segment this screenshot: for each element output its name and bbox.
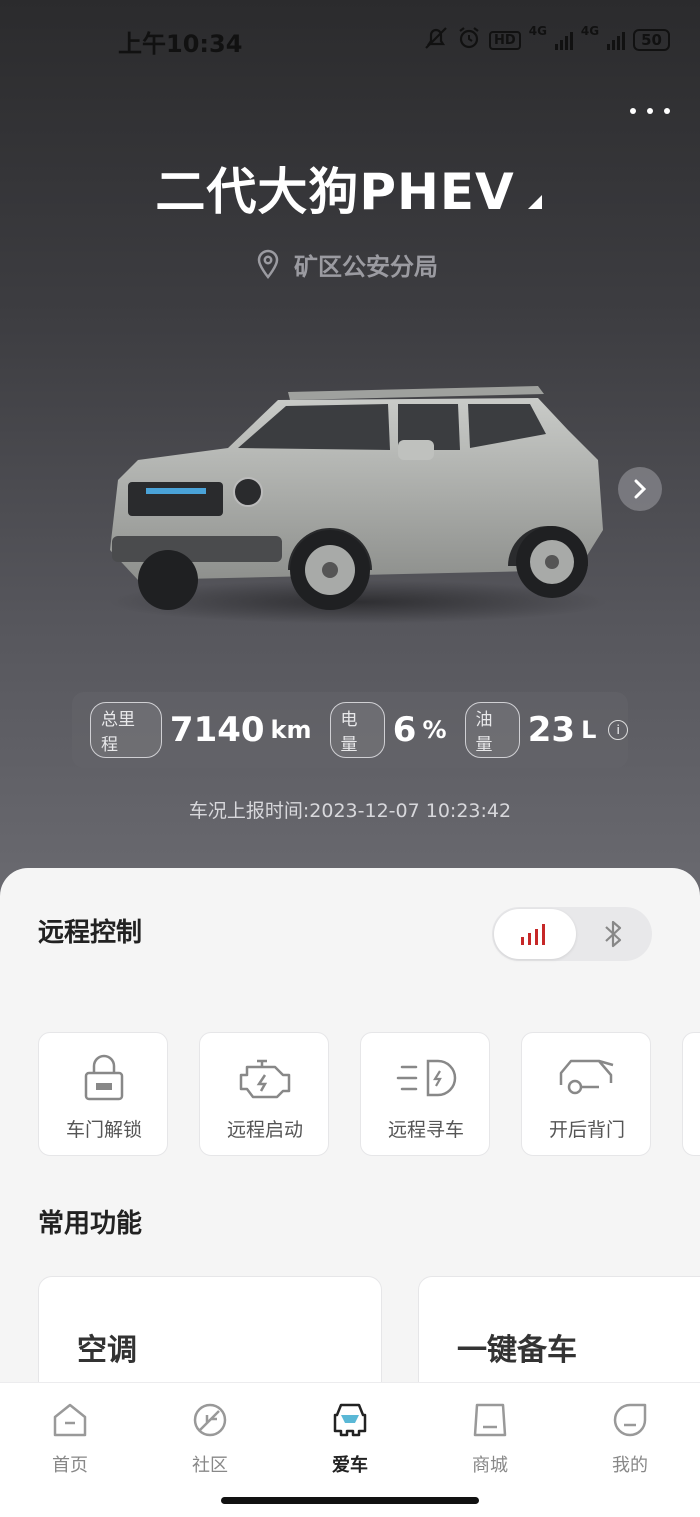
shop-icon [473,1403,507,1437]
alarm-icon [457,26,481,54]
more-control-button[interactable] [682,1032,700,1156]
door-unlock-button[interactable]: 车门解锁 [38,1032,168,1156]
mileage-value: 7140 [169,710,265,750]
engine-icon [239,1059,291,1099]
tab-shop[interactable]: 商城 [440,1401,540,1476]
car-name-title[interactable]: 二代大狗PHEV [0,152,670,224]
mute-icon [423,26,449,54]
connection-toggle[interactable] [492,907,652,961]
vehicle-stats-panel: 总里程 7140 km 电量 6 % 油量 23 L i [72,692,628,768]
toggle-cellular[interactable] [494,909,576,959]
signal-icon-2 [607,30,626,50]
leaf-icon [193,1403,227,1437]
report-time: 车况上报时间:2023-12-07 10:23:42 [188,800,512,822]
open-tailgate-button[interactable]: 开后背门 [521,1032,651,1156]
tab-community-label: 社区 [192,1455,228,1476]
home-indicator[interactable] [221,1497,479,1504]
find-car-label: 远程寻车 [387,1119,464,1141]
dot-icon [647,108,653,114]
tab-profile-label: 我的 [612,1455,648,1476]
remote-controls-row: 车门解锁 远程启动 远程寻车 开后背门 [38,1032,700,1158]
fuel-tag: 油量 [464,702,520,758]
open-tailgate-label: 开后背门 [548,1119,625,1141]
tab-home[interactable]: 首页 [20,1401,120,1476]
tab-my-car[interactable]: 爱车 [300,1401,400,1476]
chevron-right-icon [634,479,647,499]
common-functions-title: 常用功能 [38,1209,143,1239]
remote-start-button[interactable]: 远程启动 [199,1032,329,1156]
air-conditioner-label: 空调 [77,1333,137,1368]
more-options-button[interactable] [630,96,670,126]
toggle-bluetooth[interactable] [578,909,650,959]
location-text: 矿区公安分局 [294,252,438,281]
dot-icon [630,108,636,114]
tailgate-icon [559,1059,614,1095]
tab-shop-label: 商城 [472,1455,508,1476]
remote-control-title: 远程控制 [38,918,143,948]
dot-icon [664,108,670,114]
car-switch-caret-icon[interactable] [528,195,542,209]
fuel-unit: L [581,716,597,744]
tab-my-car-label: 爱车 [332,1455,368,1476]
network-label-2: 4G [580,24,600,38]
mileage-tag: 总里程 [90,702,162,758]
battery-tag: 电量 [329,702,385,758]
status-icons: HD 4G 4G 50 [423,24,670,56]
quick-prepare-label: 一键备车 [457,1333,577,1368]
battery-value: 6 [392,710,417,750]
signal-icon [554,30,573,50]
tab-home-label: 首页 [52,1455,88,1476]
battery-icon: 50 [633,29,670,51]
info-icon[interactable]: i [608,720,628,740]
status-time: 上午10:34 [118,30,243,58]
next-car-button[interactable] [618,467,662,511]
mileage-unit: km [270,716,312,744]
location-pin-icon [257,249,279,279]
network-label-1: 4G [528,24,547,38]
profile-icon [613,1403,647,1437]
battery-unit: % [422,716,447,744]
bluetooth-icon [605,920,622,948]
door-unlock-label: 车门解锁 [65,1119,142,1141]
tab-community[interactable]: 社区 [160,1401,260,1476]
location-row: 矿区公安分局 [256,246,438,282]
hd-badge: HD [489,30,521,50]
car-image [108,386,608,624]
car-icon [333,1403,367,1437]
remote-start-label: 远程启动 [226,1119,303,1141]
tab-profile[interactable]: 我的 [580,1401,680,1476]
headlight-icon [396,1059,457,1097]
find-car-button[interactable]: 远程寻车 [360,1032,490,1156]
home-icon [53,1403,87,1437]
lock-icon [84,1054,124,1101]
fuel-value: 23 [527,710,576,750]
cellular-signal-icon [521,924,545,945]
